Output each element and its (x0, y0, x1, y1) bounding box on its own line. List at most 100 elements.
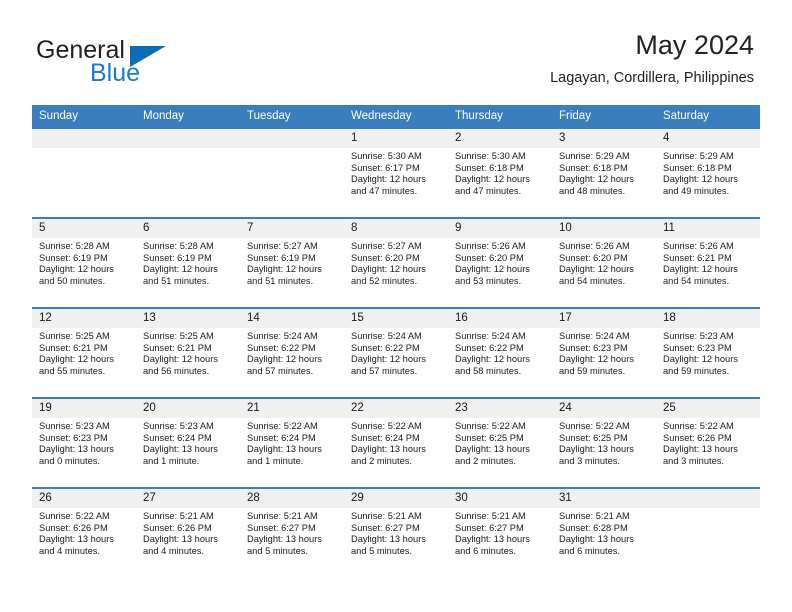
day-cell[interactable]: 13 Sunrise: 5:25 AM Sunset: 6:21 PM Dayligh… (136, 307, 240, 398)
day-details: Sunrise: 5:22 AM Sunset: 6:24 PM Daylight:… (344, 418, 448, 467)
daylight-line-1: Daylight: 12 hours (455, 174, 530, 185)
sunrise-time: Sunrise: 5:24 AM (351, 331, 422, 341)
day-details: Sunrise: 5:24 AM Sunset: 6:22 PM Daylight:… (344, 328, 448, 377)
day-cell[interactable]: 21 Sunrise: 5:22 AM Sunset: 6:24 PM Dayligh… (240, 397, 344, 488)
day-details: Sunrise: 5:27 AM Sunset: 6:20 PM Daylight:… (344, 238, 448, 287)
daylight-line-2: and 5 minutes. (351, 545, 412, 556)
day-cell[interactable] (136, 127, 240, 218)
daylight-line-2: and 48 minutes. (559, 185, 626, 196)
sunset-time: Sunset: 6:22 PM (455, 342, 524, 353)
day-number: 4 (656, 129, 760, 148)
calendar-week-row: 19 Sunrise: 5:23 AM Sunset: 6:23 PM Dayligh… (32, 397, 760, 488)
day-number: 11 (656, 219, 760, 238)
sunrise-time: Sunrise: 5:21 AM (559, 511, 630, 521)
day-cell[interactable]: 16 Sunrise: 5:24 AM Sunset: 6:22 PM Dayligh… (448, 307, 552, 398)
sunrise-time: Sunrise: 5:27 AM (247, 241, 318, 251)
sunset-time: Sunset: 6:19 PM (39, 252, 108, 263)
sunrise-time: Sunrise: 5:24 AM (247, 331, 318, 341)
day-details: Sunrise: 5:24 AM Sunset: 6:22 PM Daylight:… (448, 328, 552, 377)
daylight-line-2: and 47 minutes. (351, 185, 418, 196)
sunrise-time: Sunrise: 5:22 AM (455, 421, 526, 431)
sunset-time: Sunset: 6:26 PM (663, 432, 732, 443)
day-details: Sunrise: 5:22 AM Sunset: 6:26 PM Daylight:… (32, 508, 136, 557)
day-cell[interactable] (32, 127, 136, 218)
day-cell[interactable]: 25 Sunrise: 5:22 AM Sunset: 6:26 PM Dayligh… (656, 397, 760, 488)
sunset-time: Sunset: 6:26 PM (39, 522, 108, 533)
daylight-line-2: and 52 minutes. (351, 275, 418, 286)
daylight-line-1: Daylight: 12 hours (143, 264, 218, 275)
daylight-line-2: and 6 minutes. (559, 545, 620, 556)
day-cell[interactable]: 6 Sunrise: 5:28 AM Sunset: 6:19 PM Daylight… (136, 217, 240, 308)
day-cell[interactable]: 26 Sunrise: 5:22 AM Sunset: 6:26 PM Dayligh… (32, 487, 136, 578)
day-cell[interactable]: 5 Sunrise: 5:28 AM Sunset: 6:19 PM Daylight… (32, 217, 136, 308)
day-number: 18 (656, 309, 760, 328)
daylight-line-1: Daylight: 13 hours (455, 534, 530, 545)
daylight-line-2: and 50 minutes. (39, 275, 106, 286)
sunset-time: Sunset: 6:19 PM (143, 252, 212, 263)
day-cell[interactable] (656, 487, 760, 578)
calendar-body: 1 Sunrise: 5:30 AM Sunset: 6:17 PM Daylight… (32, 127, 760, 578)
daylight-line-2: and 56 minutes. (143, 365, 210, 376)
day-details: Sunrise: 5:29 AM Sunset: 6:18 PM Daylight:… (552, 148, 656, 197)
day-cell[interactable]: 28 Sunrise: 5:21 AM Sunset: 6:27 PM Dayligh… (240, 487, 344, 578)
day-details: Sunrise: 5:28 AM Sunset: 6:19 PM Daylight:… (32, 238, 136, 287)
daylight-line-1: Daylight: 13 hours (351, 534, 426, 545)
day-cell[interactable]: 10 Sunrise: 5:26 AM Sunset: 6:20 PM Dayligh… (552, 217, 656, 308)
daylight-line-2: and 57 minutes. (351, 365, 418, 376)
sunrise-time: Sunrise: 5:29 AM (559, 151, 630, 161)
day-number: 10 (552, 219, 656, 238)
day-cell[interactable]: 3 Sunrise: 5:29 AM Sunset: 6:18 PM Daylight… (552, 127, 656, 218)
day-cell[interactable]: 11 Sunrise: 5:26 AM Sunset: 6:21 PM Dayligh… (656, 217, 760, 308)
day-cell[interactable]: 18 Sunrise: 5:23 AM Sunset: 6:23 PM Dayligh… (656, 307, 760, 398)
day-cell[interactable]: 31 Sunrise: 5:21 AM Sunset: 6:28 PM Dayligh… (552, 487, 656, 578)
day-cell[interactable]: 12 Sunrise: 5:25 AM Sunset: 6:21 PM Dayligh… (32, 307, 136, 398)
day-number: 17 (552, 309, 656, 328)
daylight-line-2: and 47 minutes. (455, 185, 522, 196)
sunset-time: Sunset: 6:27 PM (247, 522, 316, 533)
weekday-header-row: Sunday Monday Tuesday Wednesday Thursday… (32, 105, 760, 128)
day-cell[interactable]: 19 Sunrise: 5:23 AM Sunset: 6:23 PM Dayligh… (32, 397, 136, 488)
daylight-line-1: Daylight: 12 hours (455, 354, 530, 365)
day-cell[interactable]: 9 Sunrise: 5:26 AM Sunset: 6:20 PM Daylight… (448, 217, 552, 308)
daylight-line-1: Daylight: 12 hours (247, 264, 322, 275)
daylight-line-2: and 57 minutes. (247, 365, 314, 376)
day-number: 24 (552, 399, 656, 418)
daylight-line-1: Daylight: 13 hours (559, 534, 634, 545)
sunrise-time: Sunrise: 5:21 AM (351, 511, 422, 521)
day-cell[interactable]: 17 Sunrise: 5:24 AM Sunset: 6:23 PM Dayligh… (552, 307, 656, 398)
sunrise-time: Sunrise: 5:28 AM (39, 241, 110, 251)
day-details: Sunrise: 5:22 AM Sunset: 6:25 PM Daylight:… (448, 418, 552, 467)
day-cell[interactable] (240, 127, 344, 218)
day-cell[interactable]: 30 Sunrise: 5:21 AM Sunset: 6:27 PM Dayligh… (448, 487, 552, 578)
general-blue-logo[interactable]: General Blue (36, 36, 316, 92)
daylight-line-1: Daylight: 12 hours (39, 264, 114, 275)
sunset-time: Sunset: 6:18 PM (559, 162, 628, 173)
day-cell[interactable]: 1 Sunrise: 5:30 AM Sunset: 6:17 PM Daylight… (344, 127, 448, 218)
day-cell[interactable]: 27 Sunrise: 5:21 AM Sunset: 6:26 PM Dayligh… (136, 487, 240, 578)
daylight-line-1: Daylight: 12 hours (559, 264, 634, 275)
sunrise-time: Sunrise: 5:23 AM (663, 331, 734, 341)
day-number (136, 129, 240, 148)
weekday-header-tuesday: Tuesday (240, 105, 344, 128)
weekday-header-friday: Friday (552, 105, 656, 128)
day-cell[interactable]: 2 Sunrise: 5:30 AM Sunset: 6:18 PM Daylight… (448, 127, 552, 218)
daylight-line-1: Daylight: 12 hours (351, 354, 426, 365)
sunset-time: Sunset: 6:18 PM (663, 162, 732, 173)
day-cell[interactable]: 4 Sunrise: 5:29 AM Sunset: 6:18 PM Daylight… (656, 127, 760, 218)
sunrise-time: Sunrise: 5:26 AM (559, 241, 630, 251)
daylight-line-2: and 59 minutes. (559, 365, 626, 376)
daylight-line-2: and 49 minutes. (663, 185, 730, 196)
day-number: 28 (240, 489, 344, 508)
day-cell[interactable]: 8 Sunrise: 5:27 AM Sunset: 6:20 PM Daylight… (344, 217, 448, 308)
day-cell[interactable]: 14 Sunrise: 5:24 AM Sunset: 6:22 PM Dayligh… (240, 307, 344, 398)
day-cell[interactable]: 24 Sunrise: 5:22 AM Sunset: 6:25 PM Dayligh… (552, 397, 656, 488)
day-cell[interactable]: 29 Sunrise: 5:21 AM Sunset: 6:27 PM Dayligh… (344, 487, 448, 578)
sunset-time: Sunset: 6:21 PM (143, 342, 212, 353)
day-cell[interactable]: 15 Sunrise: 5:24 AM Sunset: 6:22 PM Dayligh… (344, 307, 448, 398)
day-number: 2 (448, 129, 552, 148)
day-cell[interactable]: 23 Sunrise: 5:22 AM Sunset: 6:25 PM Dayligh… (448, 397, 552, 488)
day-cell[interactable]: 20 Sunrise: 5:23 AM Sunset: 6:24 PM Dayligh… (136, 397, 240, 488)
day-cell[interactable]: 22 Sunrise: 5:22 AM Sunset: 6:24 PM Dayligh… (344, 397, 448, 488)
day-cell[interactable]: 7 Sunrise: 5:27 AM Sunset: 6:19 PM Daylight… (240, 217, 344, 308)
daylight-line-1: Daylight: 13 hours (455, 444, 530, 455)
